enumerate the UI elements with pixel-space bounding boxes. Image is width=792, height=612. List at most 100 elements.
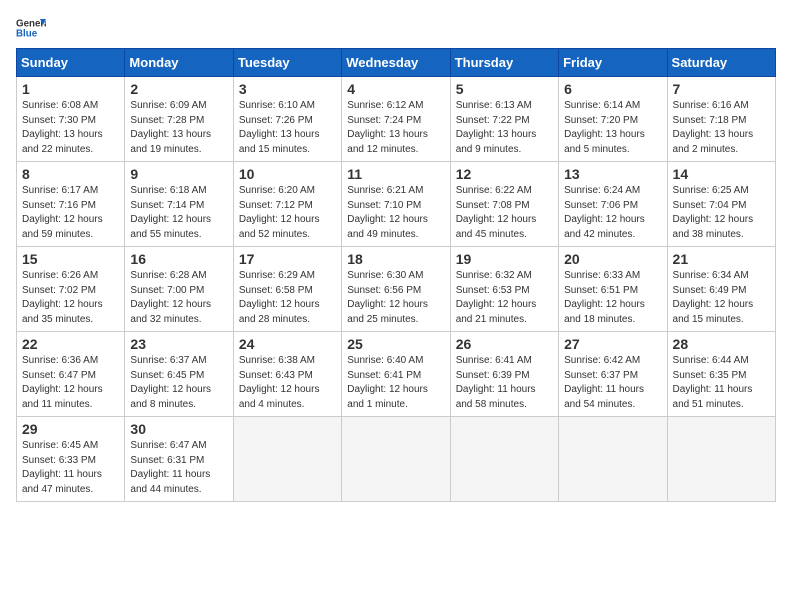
calendar-cell: 20 Sunrise: 6:33 AMSunset: 6:51 PMDaylig… — [559, 247, 667, 332]
day-info: Sunrise: 6:09 AMSunset: 7:28 PMDaylight:… — [130, 100, 211, 155]
day-number: 11 — [347, 166, 444, 182]
day-info: Sunrise: 6:20 AMSunset: 7:12 PMDaylight:… — [239, 185, 320, 240]
calendar-table: SundayMondayTuesdayWednesdayThursdayFrid… — [16, 48, 776, 502]
day-number: 5 — [456, 81, 553, 97]
page-header: General Blue — [16, 16, 776, 40]
calendar-cell: 18 Sunrise: 6:30 AMSunset: 6:56 PMDaylig… — [342, 247, 450, 332]
day-info: Sunrise: 6:33 AMSunset: 6:51 PMDaylight:… — [564, 270, 645, 325]
calendar-cell: 21 Sunrise: 6:34 AMSunset: 6:49 PMDaylig… — [667, 247, 775, 332]
day-info: Sunrise: 6:32 AMSunset: 6:53 PMDaylight:… — [456, 270, 537, 325]
calendar-cell: 12 Sunrise: 6:22 AMSunset: 7:08 PMDaylig… — [450, 162, 558, 247]
day-info: Sunrise: 6:34 AMSunset: 6:49 PMDaylight:… — [673, 270, 754, 325]
calendar-cell: 4 Sunrise: 6:12 AMSunset: 7:24 PMDayligh… — [342, 77, 450, 162]
day-info: Sunrise: 6:40 AMSunset: 6:41 PMDaylight:… — [347, 355, 428, 410]
day-number: 3 — [239, 81, 336, 97]
day-info: Sunrise: 6:45 AMSunset: 6:33 PMDaylight:… — [22, 440, 102, 495]
calendar-cell: 10 Sunrise: 6:20 AMSunset: 7:12 PMDaylig… — [233, 162, 341, 247]
day-info: Sunrise: 6:18 AMSunset: 7:14 PMDaylight:… — [130, 185, 211, 240]
calendar-cell: 6 Sunrise: 6:14 AMSunset: 7:20 PMDayligh… — [559, 77, 667, 162]
calendar-cell — [450, 417, 558, 502]
day-number: 21 — [673, 251, 770, 267]
day-number: 19 — [456, 251, 553, 267]
day-number: 23 — [130, 336, 227, 352]
day-info: Sunrise: 6:30 AMSunset: 6:56 PMDaylight:… — [347, 270, 428, 325]
day-number: 1 — [22, 81, 119, 97]
day-info: Sunrise: 6:24 AMSunset: 7:06 PMDaylight:… — [564, 185, 645, 240]
day-info: Sunrise: 6:16 AMSunset: 7:18 PMDaylight:… — [673, 100, 754, 155]
weekday-header-monday: Monday — [125, 49, 233, 77]
day-number: 27 — [564, 336, 661, 352]
day-number: 16 — [130, 251, 227, 267]
calendar-week-5: 29 Sunrise: 6:45 AMSunset: 6:33 PMDaylig… — [17, 417, 776, 502]
calendar-cell: 2 Sunrise: 6:09 AMSunset: 7:28 PMDayligh… — [125, 77, 233, 162]
calendar-cell: 29 Sunrise: 6:45 AMSunset: 6:33 PMDaylig… — [17, 417, 125, 502]
day-info: Sunrise: 6:47 AMSunset: 6:31 PMDaylight:… — [130, 440, 210, 495]
calendar-cell: 27 Sunrise: 6:42 AMSunset: 6:37 PMDaylig… — [559, 332, 667, 417]
calendar-week-3: 15 Sunrise: 6:26 AMSunset: 7:02 PMDaylig… — [17, 247, 776, 332]
calendar-cell: 28 Sunrise: 6:44 AMSunset: 6:35 PMDaylig… — [667, 332, 775, 417]
weekday-header-tuesday: Tuesday — [233, 49, 341, 77]
calendar-cell: 22 Sunrise: 6:36 AMSunset: 6:47 PMDaylig… — [17, 332, 125, 417]
calendar-cell: 14 Sunrise: 6:25 AMSunset: 7:04 PMDaylig… — [667, 162, 775, 247]
calendar-week-2: 8 Sunrise: 6:17 AMSunset: 7:16 PMDayligh… — [17, 162, 776, 247]
day-number: 12 — [456, 166, 553, 182]
day-number: 25 — [347, 336, 444, 352]
calendar-cell: 23 Sunrise: 6:37 AMSunset: 6:45 PMDaylig… — [125, 332, 233, 417]
day-number: 18 — [347, 251, 444, 267]
calendar-cell: 26 Sunrise: 6:41 AMSunset: 6:39 PMDaylig… — [450, 332, 558, 417]
day-number: 15 — [22, 251, 119, 267]
day-number: 7 — [673, 81, 770, 97]
day-info: Sunrise: 6:42 AMSunset: 6:37 PMDaylight:… — [564, 355, 644, 410]
day-info: Sunrise: 6:25 AMSunset: 7:04 PMDaylight:… — [673, 185, 754, 240]
weekday-header-saturday: Saturday — [667, 49, 775, 77]
calendar-week-1: 1 Sunrise: 6:08 AMSunset: 7:30 PMDayligh… — [17, 77, 776, 162]
calendar-cell: 5 Sunrise: 6:13 AMSunset: 7:22 PMDayligh… — [450, 77, 558, 162]
logo-icon: General Blue — [16, 16, 46, 40]
weekday-header-thursday: Thursday — [450, 49, 558, 77]
day-number: 8 — [22, 166, 119, 182]
day-number: 9 — [130, 166, 227, 182]
calendar-cell: 11 Sunrise: 6:21 AMSunset: 7:10 PMDaylig… — [342, 162, 450, 247]
weekday-header-sunday: Sunday — [17, 49, 125, 77]
day-info: Sunrise: 6:38 AMSunset: 6:43 PMDaylight:… — [239, 355, 320, 410]
calendar-cell: 7 Sunrise: 6:16 AMSunset: 7:18 PMDayligh… — [667, 77, 775, 162]
day-info: Sunrise: 6:10 AMSunset: 7:26 PMDaylight:… — [239, 100, 320, 155]
calendar-cell: 19 Sunrise: 6:32 AMSunset: 6:53 PMDaylig… — [450, 247, 558, 332]
calendar-cell: 17 Sunrise: 6:29 AMSunset: 6:58 PMDaylig… — [233, 247, 341, 332]
calendar-cell: 25 Sunrise: 6:40 AMSunset: 6:41 PMDaylig… — [342, 332, 450, 417]
calendar-cell: 15 Sunrise: 6:26 AMSunset: 7:02 PMDaylig… — [17, 247, 125, 332]
day-number: 20 — [564, 251, 661, 267]
day-number: 29 — [22, 421, 119, 437]
day-info: Sunrise: 6:14 AMSunset: 7:20 PMDaylight:… — [564, 100, 645, 155]
day-info: Sunrise: 6:28 AMSunset: 7:00 PMDaylight:… — [130, 270, 211, 325]
calendar-cell — [559, 417, 667, 502]
calendar-cell: 1 Sunrise: 6:08 AMSunset: 7:30 PMDayligh… — [17, 77, 125, 162]
weekday-header-wednesday: Wednesday — [342, 49, 450, 77]
day-number: 22 — [22, 336, 119, 352]
day-info: Sunrise: 6:12 AMSunset: 7:24 PMDaylight:… — [347, 100, 428, 155]
day-number: 17 — [239, 251, 336, 267]
calendar-cell: 24 Sunrise: 6:38 AMSunset: 6:43 PMDaylig… — [233, 332, 341, 417]
day-info: Sunrise: 6:29 AMSunset: 6:58 PMDaylight:… — [239, 270, 320, 325]
day-info: Sunrise: 6:41 AMSunset: 6:39 PMDaylight:… — [456, 355, 536, 410]
day-info: Sunrise: 6:21 AMSunset: 7:10 PMDaylight:… — [347, 185, 428, 240]
day-number: 4 — [347, 81, 444, 97]
day-number: 24 — [239, 336, 336, 352]
calendar-cell: 8 Sunrise: 6:17 AMSunset: 7:16 PMDayligh… — [17, 162, 125, 247]
day-number: 30 — [130, 421, 227, 437]
calendar-cell: 9 Sunrise: 6:18 AMSunset: 7:14 PMDayligh… — [125, 162, 233, 247]
calendar-week-4: 22 Sunrise: 6:36 AMSunset: 6:47 PMDaylig… — [17, 332, 776, 417]
day-number: 14 — [673, 166, 770, 182]
calendar-cell — [667, 417, 775, 502]
day-number: 13 — [564, 166, 661, 182]
day-info: Sunrise: 6:13 AMSunset: 7:22 PMDaylight:… — [456, 100, 537, 155]
day-number: 26 — [456, 336, 553, 352]
day-info: Sunrise: 6:17 AMSunset: 7:16 PMDaylight:… — [22, 185, 103, 240]
logo: General Blue — [16, 16, 46, 40]
day-info: Sunrise: 6:36 AMSunset: 6:47 PMDaylight:… — [22, 355, 103, 410]
calendar-cell: 3 Sunrise: 6:10 AMSunset: 7:26 PMDayligh… — [233, 77, 341, 162]
calendar-cell: 13 Sunrise: 6:24 AMSunset: 7:06 PMDaylig… — [559, 162, 667, 247]
weekday-header-friday: Friday — [559, 49, 667, 77]
calendar-cell — [233, 417, 341, 502]
day-number: 6 — [564, 81, 661, 97]
